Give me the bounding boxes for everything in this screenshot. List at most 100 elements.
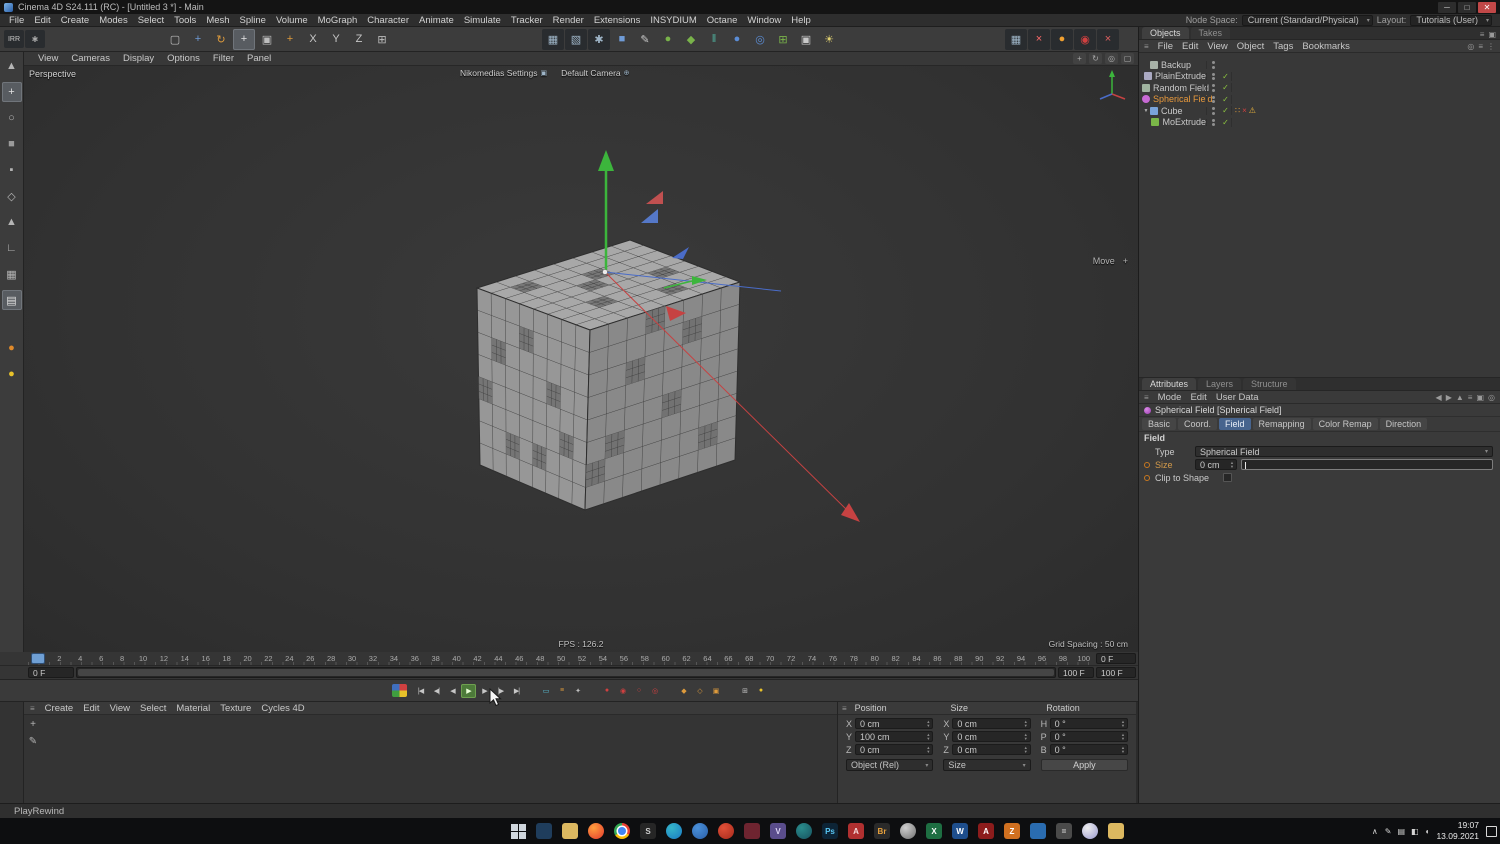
keyframe-list[interactable]: ≡ xyxy=(554,684,569,698)
acrobat[interactable]: A xyxy=(973,818,999,844)
objects-filter-icon[interactable]: ≡ xyxy=(1478,42,1483,51)
spinner-icon[interactable]: ▲ ▼ xyxy=(1230,461,1234,468)
record-position[interactable]: ◉ xyxy=(615,684,630,698)
sound-toggle[interactable]: ▭ xyxy=(538,684,553,698)
node-space-select[interactable]: Current (Standard/Physical) xyxy=(1241,14,1373,26)
lock-y-axis[interactable]: Y xyxy=(325,29,347,50)
octane-live[interactable]: ● xyxy=(1051,28,1073,50)
autokey-toggle[interactable]: ▣ xyxy=(708,684,723,698)
visibility-dots[interactable] xyxy=(1206,95,1220,103)
objects-menu-bookmarks[interactable]: Bookmarks xyxy=(1302,41,1350,52)
pan-view-icon[interactable]: + xyxy=(1073,53,1086,64)
play-forward[interactable]: ▶ xyxy=(461,683,476,698)
frame-tick-28[interactable]: 28 xyxy=(321,654,342,663)
app-monitor[interactable] xyxy=(531,818,557,844)
frame-tick-78[interactable]: 78 xyxy=(843,654,864,663)
frame-tick-14[interactable]: 14 xyxy=(174,654,195,663)
rotate-tool[interactable]: ↻ xyxy=(210,29,232,50)
maximize-view-icon[interactable]: ▢ xyxy=(1121,53,1134,64)
tray-volume-icon[interactable]: ◖ xyxy=(1425,827,1430,836)
section-tab-direction[interactable]: Direction xyxy=(1379,418,1428,430)
enabled-checkmark-icon[interactable]: ✓ xyxy=(1220,94,1232,104)
move-tool[interactable]: + xyxy=(187,29,209,50)
object-name[interactable]: Backup xyxy=(1161,60,1191,70)
app-maroon[interactable] xyxy=(739,818,765,844)
word[interactable]: W xyxy=(947,818,973,844)
frame-tick-12[interactable]: 12 xyxy=(153,654,174,663)
section-tab-basic[interactable]: Basic xyxy=(1142,418,1177,430)
close-button[interactable]: ✕ xyxy=(1478,1,1496,13)
object-row-cube[interactable]: ▼ Cube ✓ ∷ × ⚠ xyxy=(1139,105,1500,117)
visibility-dots[interactable] xyxy=(1206,118,1220,126)
render-visibility-dot[interactable] xyxy=(1212,65,1215,69)
coord-size-select[interactable]: Size xyxy=(943,759,1031,771)
app-dark-teal[interactable] xyxy=(791,818,817,844)
key-tool[interactable]: ✦ xyxy=(570,684,585,698)
tray-keyboard-icon[interactable]: ▤ xyxy=(1397,827,1405,836)
move-mode[interactable]: + xyxy=(1,82,22,102)
objects-menu-edit[interactable]: Edit xyxy=(1182,41,1198,52)
burger-icon[interactable]: ≡ xyxy=(1144,42,1149,51)
frame-tick-66[interactable]: 66 xyxy=(718,654,739,663)
field-type-select[interactable]: Spherical Field xyxy=(1195,446,1493,457)
menu-window[interactable]: Window xyxy=(742,15,786,26)
add-material-icon[interactable]: + xyxy=(30,719,36,730)
tab-takes[interactable]: Takes xyxy=(1190,27,1231,39)
tag-warning-icon[interactable]: ⚠ xyxy=(1249,106,1256,115)
menu-file[interactable]: File xyxy=(4,15,29,26)
enabled-checkmark-icon[interactable]: ✓ xyxy=(1220,117,1232,127)
object-row-backup[interactable]: Backup xyxy=(1139,59,1500,71)
spinner-icon[interactable]: ▲ ▼ xyxy=(1024,720,1028,727)
active-tool-move[interactable]: + xyxy=(233,28,255,50)
object-name[interactable]: Spherical Field xyxy=(1153,94,1213,104)
viewport-menu-view[interactable]: View xyxy=(38,53,58,64)
tag-cross-icon[interactable]: × xyxy=(1242,106,1247,115)
coord-field-rotation-h[interactable]: 0 ° ▲ ▼ xyxy=(1049,718,1128,729)
attributes-menu-edit[interactable]: Edit xyxy=(1190,392,1206,403)
zoom-view-icon[interactable]: ◎ xyxy=(1105,53,1118,64)
objects-menu-file[interactable]: File xyxy=(1158,41,1173,52)
subdivision-surface[interactable]: ● xyxy=(657,29,679,50)
spinner-icon[interactable]: ▲ ▼ xyxy=(926,746,930,753)
visibility-dots[interactable] xyxy=(1206,72,1220,80)
symmetry[interactable]: ‖ xyxy=(703,29,725,50)
firefox[interactable] xyxy=(583,818,609,844)
visibility-dots[interactable] xyxy=(1206,107,1220,115)
objects-panel-pin-icon[interactable]: ▣ xyxy=(1488,30,1496,39)
polygons-mode[interactable]: ▲ xyxy=(2,212,22,232)
coord-field-size-z[interactable]: 0 cm ▲ ▼ xyxy=(952,744,1031,755)
app-gray-sphere[interactable] xyxy=(895,818,921,844)
menu-tools[interactable]: Tools xyxy=(169,15,201,26)
record-rotation[interactable]: ◎ xyxy=(647,684,662,698)
attributes-pin-icon[interactable]: ◎ xyxy=(1488,393,1495,402)
size-value-field[interactable]: 0 cm ▲ ▼ xyxy=(1195,459,1237,470)
render-visibility-dot[interactable] xyxy=(1212,111,1215,115)
render-region[interactable]: ▧ xyxy=(565,28,587,50)
irr-window[interactable]: ▦ xyxy=(1005,28,1027,50)
frame-tick-58[interactable]: 58 xyxy=(634,654,655,663)
chrome[interactable] xyxy=(609,818,635,844)
frame-tick-16[interactable]: 16 xyxy=(195,654,216,663)
objects-search-icon[interactable]: ◎ xyxy=(1467,42,1474,51)
render-settings[interactable]: ✱ xyxy=(588,28,610,50)
record-keyframe[interactable]: ● xyxy=(599,684,614,698)
menu-modes[interactable]: Modes xyxy=(94,15,133,26)
frame-tick-62[interactable]: 62 xyxy=(676,654,697,663)
keyframe-remove[interactable]: ◇ xyxy=(692,684,707,698)
menu-spline[interactable]: Spline xyxy=(235,15,271,26)
attributes-lock-icon[interactable]: ▣ xyxy=(1476,393,1484,402)
menu-extensions[interactable]: Extensions xyxy=(589,15,645,26)
tray-clock[interactable]: 19:07 13.09.2021 xyxy=(1436,820,1479,841)
pointer-tool[interactable]: ▲ xyxy=(2,56,22,76)
frame-tick-32[interactable]: 32 xyxy=(363,654,384,663)
object-name[interactable]: Cube xyxy=(1161,106,1183,116)
material-menu-create[interactable]: Create xyxy=(45,703,74,714)
workplane-mode[interactable]: ▤ xyxy=(1,290,22,310)
pen-spline[interactable]: ✎ xyxy=(634,29,656,50)
primitive-cube[interactable]: ■ xyxy=(611,29,633,50)
section-tab-coord[interactable]: Coord. xyxy=(1178,418,1218,430)
menu-octane[interactable]: Octane xyxy=(702,15,743,26)
material-list-area[interactable]: + ✎ xyxy=(24,715,837,803)
viewport-menu-panel[interactable]: Panel xyxy=(247,53,271,64)
spinner-icon[interactable]: ▲ ▼ xyxy=(1121,733,1125,740)
